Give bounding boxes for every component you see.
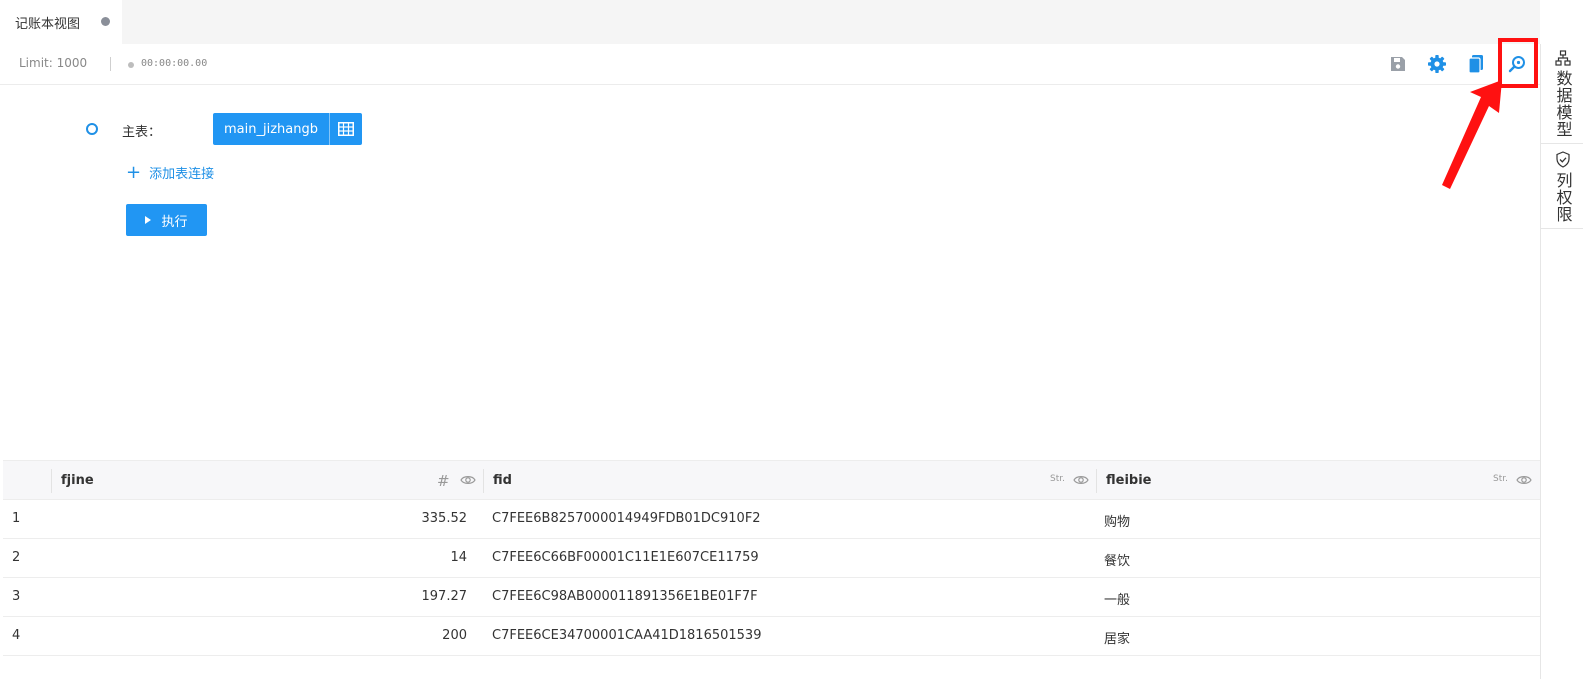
main-table-node-icon <box>86 123 98 135</box>
side-divider <box>1541 228 1583 229</box>
plus-icon: + <box>126 161 142 183</box>
cell-fid: C7FEE6B8257000014949FDB01DC910F2 <box>492 511 761 526</box>
annotation-arrow-icon <box>1442 80 1502 189</box>
tab-title: 记账本视图 <box>15 16 81 32</box>
cell-fleibie: 餐饮 <box>1104 554 1131 569</box>
cell-fid: C7FEE6C98AB000011891356E1BE01F7F <box>492 589 758 604</box>
column-header-fjine[interactable]: fjine <box>61 473 94 488</box>
execute-label: 执行 <box>161 214 188 230</box>
side-divider <box>1541 143 1583 144</box>
eye-icon[interactable] <box>460 473 476 487</box>
table-row[interactable]: 4 200 C7FEE6CE34700001CAA41D1816501539 居… <box>3 617 1540 656</box>
cell-fjine: 200 <box>442 628 467 643</box>
main-table-name[interactable]: main_jizhangb <box>213 113 330 145</box>
cell-fjine: 14 <box>450 550 467 565</box>
hierarchy-icon <box>1554 50 1571 66</box>
cell-fid: C7FEE6CE34700001CAA41D1816501539 <box>492 628 762 643</box>
unsaved-dot-icon[interactable] <box>101 17 110 26</box>
play-icon <box>145 216 152 224</box>
copy-icon[interactable] <box>1465 53 1487 75</box>
column-divider <box>51 469 52 493</box>
string-type-icon: Str. <box>1050 474 1065 484</box>
eye-icon[interactable] <box>1516 473 1532 487</box>
cell-fjine: 335.52 <box>421 511 468 526</box>
execute-button[interactable]: 执行 <box>126 204 207 236</box>
string-type-icon: Str. <box>1493 474 1508 484</box>
numeric-type-icon: # <box>437 472 450 490</box>
save-icon[interactable] <box>1387 53 1409 75</box>
main-table-label: 主表： <box>122 125 162 140</box>
column-permission-label: 列权限 <box>1553 172 1573 223</box>
shield-check-icon <box>1555 151 1570 168</box>
cell-fid: C7FEE6C66BF00001C11E1E607CE11759 <box>492 550 759 565</box>
right-side-panel: 数据模型 列权限 <box>1540 44 1583 679</box>
cell-fleibie: 居家 <box>1104 632 1131 647</box>
row-index: 3 <box>12 589 21 604</box>
results-table: fjine # fid Str. fleibie Str. 1 335.52 C… <box>3 460 1540 656</box>
row-index: 2 <box>12 550 21 565</box>
cell-fleibie: 购物 <box>1104 515 1131 530</box>
data-model-panel-tab[interactable]: 数据模型 <box>1541 50 1583 138</box>
toolbar: Limit: 1000 00:00:00.00 <box>0 44 1540 85</box>
main-table-button[interactable]: main_jizhangb <box>213 113 362 145</box>
column-divider <box>1096 469 1097 493</box>
execution-timer: 00:00:00.00 <box>141 58 208 69</box>
table-row[interactable]: 2 14 C7FEE6C66BF00001C11E1E607CE11759 餐饮 <box>3 539 1540 578</box>
column-header-fid[interactable]: fid <box>493 473 512 488</box>
add-join-label: 添加表连接 <box>149 167 215 182</box>
cell-fjine: 197.27 <box>421 589 468 604</box>
limit-label[interactable]: Limit: 1000 <box>19 56 87 70</box>
status-dot-icon <box>128 62 134 68</box>
row-index: 1 <box>12 511 21 526</box>
settings-gear-icon[interactable] <box>1426 53 1448 75</box>
table-grid-icon[interactable] <box>330 113 362 145</box>
tab-ledger-view[interactable]: 记账本视图 <box>0 0 122 44</box>
cell-fleibie: 一般 <box>1104 593 1131 608</box>
table-row[interactable]: 1 335.52 C7FEE6B8257000014949FDB01DC910F… <box>3 500 1540 539</box>
data-model-label: 数据模型 <box>1553 70 1573 138</box>
column-header-fleibie[interactable]: fleibie <box>1106 473 1152 488</box>
column-divider <box>483 469 484 493</box>
eye-icon[interactable] <box>1073 473 1089 487</box>
table-header: fjine # fid Str. fleibie Str. <box>3 460 1540 500</box>
column-permission-panel-tab[interactable]: 列权限 <box>1541 151 1583 223</box>
toolbar-divider <box>110 57 111 71</box>
table-row[interactable]: 3 197.27 C7FEE6C98AB000011891356E1BE01F7… <box>3 578 1540 617</box>
add-table-join-link[interactable]: + 添加表连接 <box>126 163 214 182</box>
tab-bar: 记账本视图 <box>0 0 1540 44</box>
row-index: 4 <box>12 628 21 643</box>
